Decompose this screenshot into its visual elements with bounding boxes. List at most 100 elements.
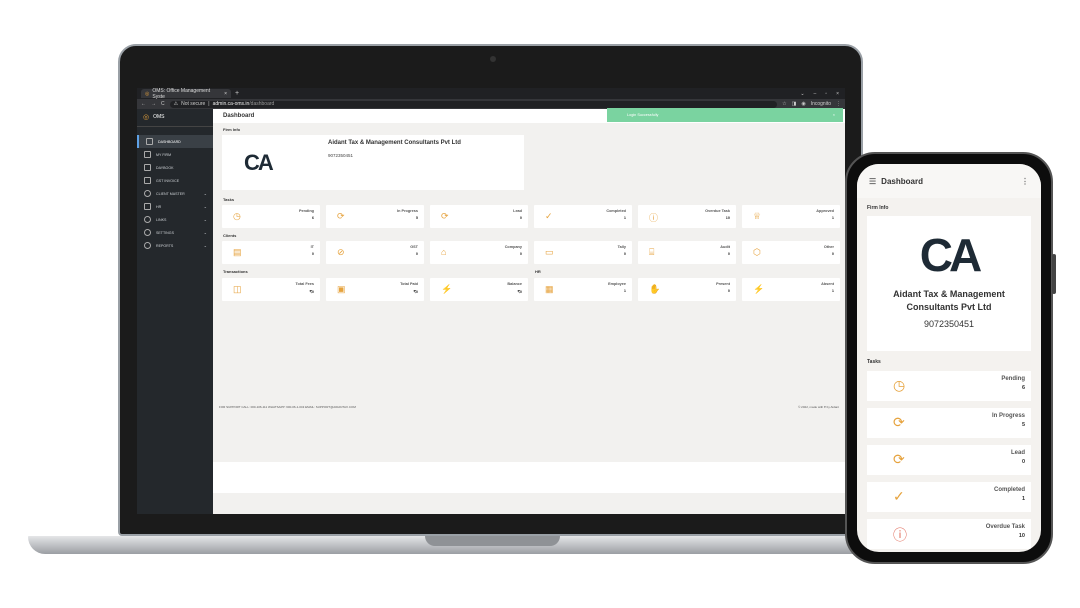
card-value: 1 <box>623 216 626 220</box>
refresh-icon: ⟳ <box>893 451 905 467</box>
back-button[interactable]: ← <box>141 101 146 107</box>
transactions-hr-headings: Transactions HR <box>213 264 845 276</box>
user-icon <box>144 190 151 197</box>
phone-task-card-completed[interactable]: ✓ Completed 1 <box>867 482 1031 512</box>
task-card-lead[interactable]: ⟳ Lead 0 <box>430 205 528 228</box>
firm-info-heading: Firm Info <box>223 127 241 132</box>
phone-firm-card: CA Aidant Tax & Management Consultants P… <box>867 216 1031 351</box>
client-card-tally[interactable]: ▭ Tally 0 <box>534 241 632 264</box>
refresh-icon: ⟳ <box>441 211 449 221</box>
footer-support: FOR SUPPORT CALL: 000-106-111 WHATSAPP: … <box>219 405 356 409</box>
browser-menu-icon[interactable]: ⋮ <box>836 101 841 107</box>
clock-icon: ◷ <box>233 211 241 221</box>
toast-close-icon[interactable]: × <box>833 113 835 117</box>
transactions-heading: Transactions <box>223 269 248 274</box>
star-icon[interactable]: ☆ <box>782 101 786 107</box>
sidebar-item-hr[interactable]: HR ⌄ <box>137 200 213 213</box>
toast-message: Login Successfully <box>627 113 659 117</box>
info-icon: ⓘ <box>893 527 907 543</box>
card-label: Completed <box>606 209 626 213</box>
maximize-icon[interactable]: ▫ <box>825 91 827 97</box>
card-value: 1 <box>831 289 834 293</box>
task-card-completed[interactable]: ✓ Completed 1 <box>534 205 632 228</box>
phone-task-card-lead[interactable]: ⟳ Lead 0 <box>867 445 1031 475</box>
sidebar-item-reports[interactable]: REPORTS ⌄ <box>137 239 213 252</box>
task-card-pending[interactable]: ◷ Pending 6 <box>222 205 320 228</box>
sidebar-logo[interactable]: ◎ OMS <box>137 113 213 127</box>
close-window-icon[interactable]: × <box>836 91 839 97</box>
sidebar-item-gst-invoice[interactable]: GST INVOICE <box>137 174 213 187</box>
transaction-card-total-fees[interactable]: ◫ Total Fees ₹0 <box>222 278 320 301</box>
gear-icon <box>144 229 151 236</box>
card-value: ₹0 <box>413 290 418 294</box>
transaction-card-total-paid[interactable]: ▣ Total Paid ₹0 <box>326 278 424 301</box>
card-value: 0 <box>727 252 730 256</box>
minimize-icon[interactable]: – <box>814 91 817 97</box>
transaction-card-balance[interactable]: ⚡ Balance ₹0 <box>430 278 528 301</box>
client-card-it[interactable]: ▤ IT 0 <box>222 241 320 264</box>
phone-screen: ☰ Dashboard ⋮ Firm Info CA Aidant Tax & … <box>857 164 1041 552</box>
dashboard-icon <box>146 138 153 145</box>
sidebar-item-my-firm[interactable]: MY FIRM <box>137 148 213 161</box>
sidebar-item-dashboard[interactable]: DASHBOARD <box>137 135 213 148</box>
url-input[interactable]: ⚠ Not secure | admin.ca-oms.in/dashboard <box>169 100 778 108</box>
profile-label[interactable]: Incognito <box>811 101 831 107</box>
sidebar-item-daybook[interactable]: DAYBOOK <box>137 161 213 174</box>
phone-task-card-in-progress[interactable]: ⟳ In Progress 5 <box>867 408 1031 438</box>
card-value: 1 <box>831 216 834 220</box>
tab-close-icon[interactable]: × <box>224 91 227 97</box>
tag-icon: ⊘ <box>337 247 345 257</box>
url-host: admin.ca-oms.in <box>212 101 250 107</box>
hr-card-present[interactable]: ✋ Present 0 <box>638 278 736 301</box>
task-card-approved[interactable]: ♕ Approved 1 <box>742 205 840 228</box>
client-card-other[interactable]: ⬡ Other 0 <box>742 241 840 264</box>
url-separator: | <box>208 101 210 107</box>
phone-tasks-heading: Tasks <box>867 359 881 365</box>
reload-button[interactable]: C <box>161 101 165 107</box>
warning-icon: ⚠ <box>173 101 179 107</box>
laptop-screen: ◎ OMS: Office Management Syste × + ⌄ – ▫… <box>137 88 845 514</box>
phone-task-card-pending[interactable]: ◷ Pending 6 <box>867 371 1031 401</box>
laptop-notch <box>425 536 560 546</box>
task-card-in-progress[interactable]: ⟳ In Progress 5 <box>326 205 424 228</box>
tab-title: OMS: Office Management Syste <box>152 88 211 100</box>
calendar-icon <box>144 203 151 210</box>
sidebar-item-settings[interactable]: SETTINGS ⌄ <box>137 226 213 239</box>
refresh-icon: ⟳ <box>893 414 905 430</box>
sidebar-item-links[interactable]: LINKS ⌄ <box>137 213 213 226</box>
browser-tab[interactable]: ◎ OMS: Office Management Syste × <box>141 88 231 100</box>
chevron-down-icon[interactable]: ⌄ <box>800 91 804 97</box>
phone-header: ☰ Dashboard ⋮ <box>857 164 1041 198</box>
new-tab-button[interactable]: + <box>235 90 239 97</box>
card-value: 6 <box>1021 385 1025 391</box>
more-icon[interactable]: ⋮ <box>1021 177 1029 186</box>
card-value: 0 <box>831 252 834 256</box>
card-value: 1 <box>1021 496 1025 502</box>
hamburger-icon[interactable]: ☰ <box>869 177 876 186</box>
url-path: /dashboard <box>249 101 275 107</box>
firm-name: Aidant Tax & Management Consultants Pvt … <box>328 140 461 146</box>
page-title: Dashboard <box>223 113 255 119</box>
card-label: Tally <box>617 245 626 249</box>
hr-card-employee[interactable]: ▦ Employee 1 <box>534 278 632 301</box>
card-label: Overdue Task <box>705 209 730 213</box>
card-label: Total Paid <box>400 282 418 286</box>
card-label: Approved <box>816 209 834 213</box>
page-footer: FOR SUPPORT CALL: 000-106-111 WHATSAPP: … <box>219 405 839 409</box>
hr-card-absent[interactable]: ⚡ Absent 1 <box>742 278 840 301</box>
client-card-gst[interactable]: ⊘ GST 0 <box>326 241 424 264</box>
phone-firm-name: Aidant Tax & Management Consultants Pvt … <box>893 289 1005 312</box>
client-card-audit[interactable]: ⌸ Audit 0 <box>638 241 736 264</box>
card-label: In Progress <box>991 413 1025 419</box>
sidebar-item-client-master[interactable]: CLIENT MASTER ⌄ <box>137 187 213 200</box>
sidepanel-icon[interactable]: ◨ <box>792 101 797 107</box>
phone-task-card-overdue[interactable]: ⓘ Overdue Task 10 <box>867 519 1031 549</box>
forward-button[interactable]: → <box>151 101 156 107</box>
task-card-overdue[interactable]: ⓘ Overdue Task 10 <box>638 205 736 228</box>
hr-heading: HR <box>535 269 541 274</box>
client-card-company[interactable]: ⌂ Company 0 <box>430 241 528 264</box>
main-content: Dashboard Login Successfully × Firm Info… <box>213 108 845 514</box>
runner-icon: ⚡ <box>441 284 453 294</box>
chevron-down-icon: ⌄ <box>203 243 207 248</box>
clients-cards: ▤ IT 0 ⊘ GST 0 ⌂ Company 0 ▭ Tally 0 ⌸ Audit 0 ⬡ Ot… <box>222 241 845 264</box>
